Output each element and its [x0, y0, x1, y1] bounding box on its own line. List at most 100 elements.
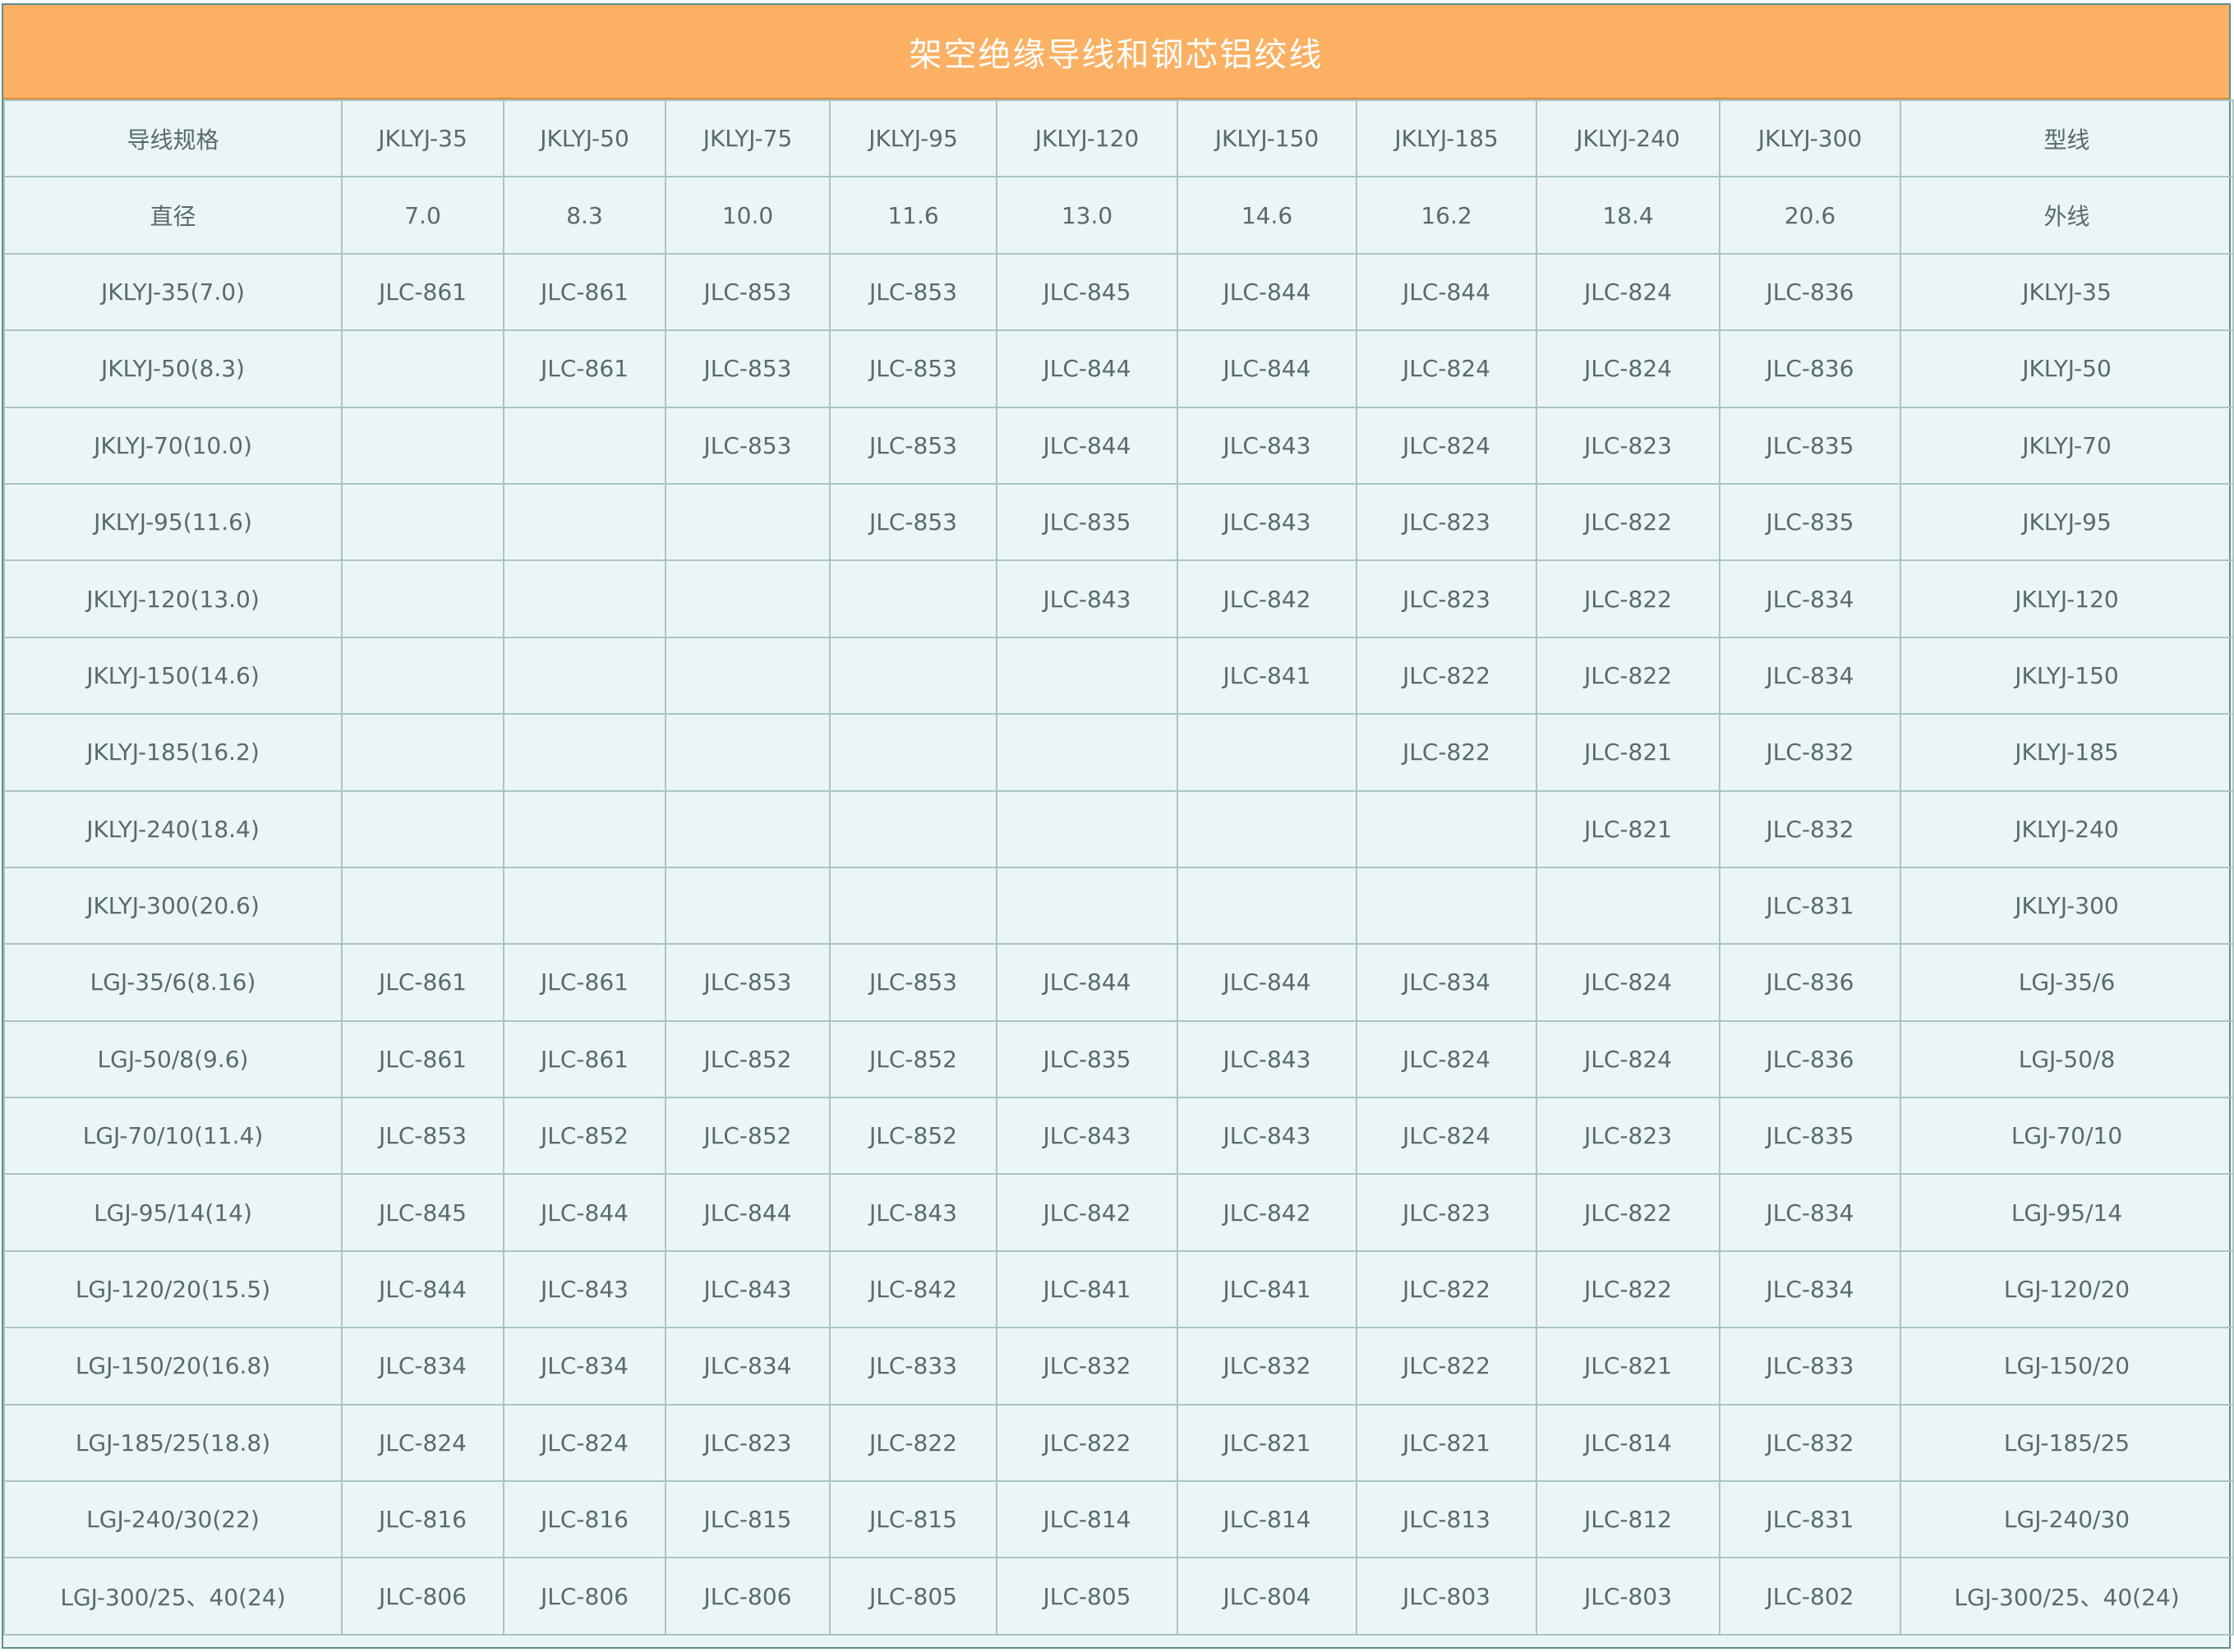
table-cell[interactable]: JLC-824 — [1536, 329, 1720, 408]
table-cell[interactable]: JLC-861 — [341, 252, 504, 332]
table-cell[interactable]: JLC-861 — [341, 943, 504, 1022]
table-cell[interactable]: JLC-844 — [665, 1173, 831, 1252]
table-cell[interactable] — [665, 636, 831, 716]
table-cell[interactable] — [503, 713, 666, 792]
table-cell[interactable]: JLC-861 — [341, 1019, 504, 1099]
table-cell[interactable]: JLC-816 — [503, 1480, 666, 1559]
table-cell[interactable]: JKLYJ-120 — [1900, 559, 2234, 638]
table-cell[interactable]: LGJ-95/14(14) — [3, 1173, 343, 1252]
table-cell[interactable] — [341, 559, 504, 638]
table-cell[interactable]: JLC-853 — [665, 329, 831, 408]
table-cell[interactable]: JLC-832 — [1719, 1403, 1901, 1483]
table-cell[interactable]: JKLYJ-185(16.2) — [3, 713, 343, 792]
table-cell[interactable]: JLC-844 — [341, 1249, 504, 1329]
table-cell[interactable]: JLC-853 — [829, 329, 997, 408]
table-cell[interactable]: LGJ-150/20(16.8) — [3, 1327, 343, 1406]
table-cell[interactable]: JLC-815 — [665, 1480, 831, 1559]
table-cell[interactable]: LGJ-300/25、40(24) — [3, 1557, 343, 1636]
table-cell[interactable]: LGJ-35/6 — [1900, 943, 2234, 1022]
table-cell[interactable]: JLC-836 — [1719, 329, 1901, 408]
table-cell[interactable]: JLC-853 — [829, 252, 997, 332]
table-cell[interactable]: JLC-822 — [1356, 1327, 1537, 1406]
table-cell[interactable]: JLC-844 — [1177, 943, 1357, 1022]
table-cell[interactable] — [996, 789, 1178, 868]
table-cell[interactable]: JLC-812 — [1536, 1480, 1720, 1559]
table-cell[interactable]: LGJ-240/30 — [1900, 1480, 2234, 1559]
table-cell[interactable]: JLC-804 — [1177, 1557, 1357, 1636]
table-cell[interactable]: JLC-842 — [829, 1249, 997, 1329]
table-cell[interactable]: JLC-814 — [1177, 1480, 1357, 1559]
table-cell[interactable]: LGJ-150/20 — [1900, 1327, 2234, 1406]
table-cell[interactable]: JLC-814 — [1536, 1403, 1720, 1483]
table-cell[interactable]: JKLYJ-300(20.6) — [3, 866, 343, 946]
table-cell[interactable]: JKLYJ-35 — [1900, 252, 2234, 332]
table-cell[interactable]: JLC-803 — [1356, 1557, 1537, 1636]
table-cell[interactable] — [503, 789, 666, 868]
table-cell[interactable]: JLC-843 — [665, 1249, 831, 1329]
table-cell[interactable]: JLC-835 — [996, 482, 1178, 562]
table-cell[interactable]: JLC-841 — [1177, 1249, 1357, 1329]
table-cell[interactable]: JLC-861 — [503, 252, 666, 332]
table-cell[interactable]: JLC-815 — [829, 1480, 997, 1559]
table-cell[interactable]: JLC-832 — [1719, 713, 1901, 792]
table-cell[interactable]: JLC-822 — [1536, 636, 1720, 716]
table-cell[interactable]: JLC-822 — [829, 1403, 997, 1483]
table-cell[interactable]: LGJ-70/10 — [1900, 1097, 2234, 1176]
table-cell[interactable]: 10.0 — [665, 176, 831, 255]
table-cell[interactable]: JLC-836 — [1719, 252, 1901, 332]
table-cell[interactable] — [829, 789, 997, 868]
table-cell[interactable]: JLC-824 — [1356, 406, 1537, 485]
table-cell[interactable]: JKLYJ-150 — [1177, 99, 1357, 178]
table-cell[interactable]: JLC-852 — [665, 1019, 831, 1099]
table-cell[interactable]: 11.6 — [829, 176, 997, 255]
table-cell[interactable] — [665, 559, 831, 638]
table-cell[interactable]: JKLYJ-50 — [1900, 329, 2234, 408]
table-cell[interactable]: JLC-853 — [829, 482, 997, 562]
table-cell[interactable]: LGJ-95/14 — [1900, 1173, 2234, 1252]
table-cell[interactable]: JKLYJ-70(10.0) — [3, 406, 343, 485]
table-cell[interactable]: JLC-823 — [1356, 559, 1537, 638]
table-cell[interactable]: JLC-852 — [829, 1097, 997, 1176]
table-cell[interactable]: JLC-805 — [829, 1557, 997, 1636]
table-cell[interactable]: JLC-853 — [341, 1097, 504, 1176]
table-cell[interactable]: JLC-806 — [341, 1557, 504, 1636]
table-cell[interactable]: JLC-834 — [1719, 1249, 1901, 1329]
table-cell[interactable]: JKLYJ-120(13.0) — [3, 559, 343, 638]
table-cell[interactable] — [665, 482, 831, 562]
table-cell[interactable]: JLC-824 — [1356, 1097, 1537, 1176]
table-cell[interactable]: JLC-835 — [1719, 1097, 1901, 1176]
table-cell[interactable]: JLC-843 — [1177, 482, 1357, 562]
table-cell[interactable]: JLC-806 — [665, 1557, 831, 1636]
table-cell[interactable]: JLC-822 — [1536, 1249, 1720, 1329]
table-cell[interactable]: JLC-824 — [341, 1403, 504, 1483]
table-cell[interactable]: 14.6 — [1177, 176, 1357, 255]
table-cell[interactable]: JLC-852 — [829, 1019, 997, 1099]
table-cell[interactable]: JLC-844 — [996, 406, 1178, 485]
table-cell[interactable]: JLC-861 — [503, 943, 666, 1022]
table-cell[interactable]: JLC-853 — [665, 943, 831, 1022]
table-cell[interactable]: JLC-845 — [341, 1173, 504, 1252]
table-cell[interactable] — [665, 713, 831, 792]
table-cell[interactable]: LGJ-70/10(11.4) — [3, 1097, 343, 1176]
table-cell[interactable] — [996, 866, 1178, 946]
table-cell[interactable] — [996, 713, 1178, 792]
table-cell[interactable]: JLC-844 — [996, 943, 1178, 1022]
table-cell[interactable]: JLC-802 — [1719, 1557, 1901, 1636]
table-cell[interactable]: JLC-834 — [341, 1327, 504, 1406]
table-cell[interactable]: JLC-805 — [996, 1557, 1178, 1636]
table-cell[interactable]: JLC-843 — [503, 1249, 666, 1329]
table-cell[interactable]: JLC-822 — [1536, 482, 1720, 562]
table-cell[interactable]: JKLYJ-75 — [665, 99, 831, 178]
table-cell[interactable]: JLC-821 — [1177, 1403, 1357, 1483]
table-cell[interactable] — [503, 866, 666, 946]
table-cell[interactable]: JLC-835 — [1719, 482, 1901, 562]
table-cell[interactable]: JLC-843 — [1177, 1097, 1357, 1176]
table-cell[interactable]: JLC-861 — [503, 1019, 666, 1099]
table-cell[interactable]: JLC-824 — [1356, 1019, 1537, 1099]
table-cell[interactable]: JLC-844 — [996, 329, 1178, 408]
table-cell[interactable] — [341, 636, 504, 716]
table-cell[interactable]: JLC-824 — [503, 1403, 666, 1483]
table-cell[interactable]: LGJ-50/8 — [1900, 1019, 2234, 1099]
table-cell[interactable]: JLC-822 — [1356, 713, 1537, 792]
table-cell[interactable]: JLC-824 — [1536, 1019, 1720, 1099]
